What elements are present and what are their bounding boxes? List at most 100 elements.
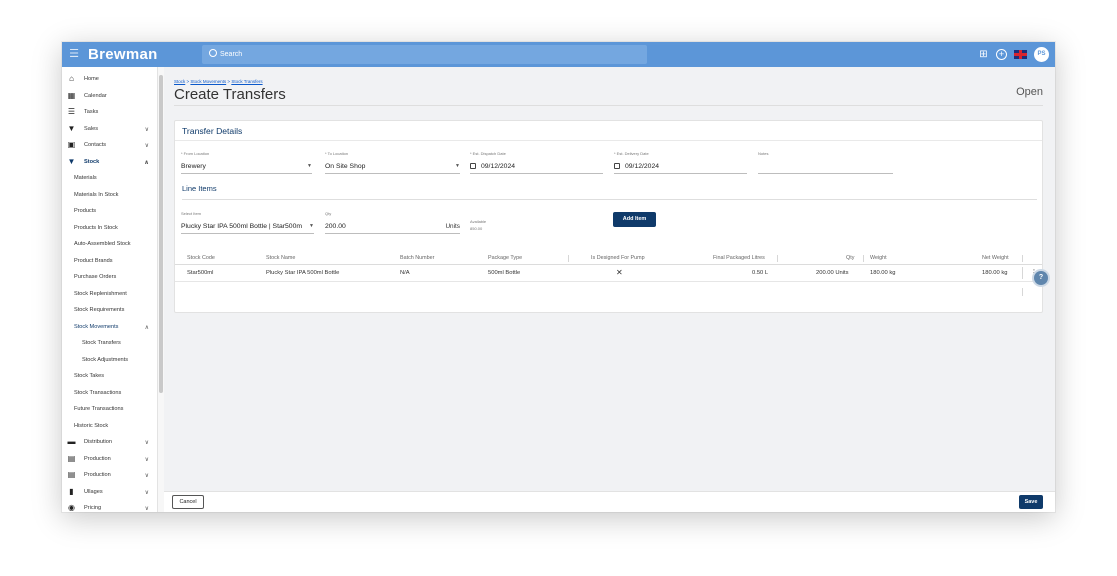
sidebar-item-materials-in-stock[interactable]: Materials In Stock [62,187,157,204]
brand-logo[interactable]: Brewman [88,46,158,63]
sidebar-item-stock-requirements[interactable]: Stock Requirements [62,302,157,319]
column-separator [1022,288,1023,296]
sidebar-item-historic-stock[interactable]: Historic Stock [62,418,157,435]
to-location-field[interactable]: * To Location On Site Shop ▼ [325,151,460,174]
app-window: ☰ Brewman Search ⊞ + PS ⌂ Home ▦ Calendar … [62,42,1055,512]
user-avatar[interactable]: PS [1034,47,1049,62]
sidebar-item-tasks[interactable]: ☰ Tasks [62,104,157,121]
sidebar-item-ullages[interactable]: ▮ Ullages ∨ [62,484,157,501]
column-header[interactable]: Weight [870,255,887,261]
save-button[interactable]: Save [1019,495,1043,509]
table-cell: Plucky Star IPA 500ml Bottle [266,270,340,276]
column-header[interactable]: Net Weight [982,255,1009,261]
truck-icon: ▬ [67,437,76,447]
column-separator[interactable] [863,255,864,262]
sidebar-item-label: Stock Requirements [74,307,125,314]
help-icon[interactable]: ? [1034,271,1048,285]
breadcrumb-stock-transfers[interactable]: Stock Transfers [231,79,262,84]
column-separator[interactable] [1022,255,1023,262]
sidebar-item-contacts[interactable]: ▣ Contacts ∨ [62,137,157,154]
column-header[interactable]: Batch Number [400,255,434,261]
scrollbar-thumb[interactable] [159,75,163,393]
calendar-icon[interactable] [470,163,476,169]
column-header[interactable]: Qty [846,255,854,261]
delivery-date-input[interactable]: 09/12/2024 [614,162,747,171]
calendar-icon[interactable] [614,163,620,169]
add-item-button[interactable]: Add Item [613,212,656,227]
sidebar-item-pricing[interactable]: ◉ Pricing ∨ [62,500,157,512]
select-item-select[interactable]: Plucky Star IPA 500ml Bottle | Star500m [181,222,314,231]
field-label: * To Location [325,151,349,156]
cancel-button[interactable]: Cancel [172,495,204,509]
sidebar-item-stock-transfers[interactable]: Stock Transfers [62,335,157,352]
sidebar-item-home[interactable]: ⌂ Home [62,71,157,88]
table-header: Stock Code Stock Name Batch Number Packa… [175,251,1042,265]
from-location-field[interactable]: * From Location Brewery ▼ [181,151,312,174]
available-value: 850.00 [470,226,483,231]
column-header[interactable]: Final Packaged Litres [713,255,765,261]
sidebar-item-stock-replenishment[interactable]: Stock Replenishment [62,286,157,303]
sidebar-item-production-2[interactable]: ▤ Production ∨ [62,467,157,484]
dispatch-date-field[interactable]: * Est. Dispatch Date 09/12/2024 [470,151,603,174]
sidebar-item-label: Production [84,472,111,479]
sidebar-item-auto-assembled-stock[interactable]: Auto-Assembled Stock [62,236,157,253]
sidebar-item-calendar[interactable]: ▦ Calendar [62,88,157,105]
sidebar-item-products-in-stock[interactable]: Products In Stock [62,220,157,237]
sidebar-item-future-transactions[interactable]: Future Transactions [62,401,157,418]
sidebar-item-production[interactable]: ▤ Production ∨ [62,451,157,468]
dispatch-date-input[interactable]: 09/12/2024 [470,162,603,171]
page-title: Create Transfers [174,86,286,103]
chevron-down-icon: ∨ [144,489,149,496]
sidebar-item-stock-adjustments[interactable]: Stock Adjustments [62,352,157,369]
from-location-select[interactable]: Brewery [181,162,312,171]
apps-grid-icon[interactable]: ⊞ [978,49,989,60]
search-bar[interactable]: Search [202,45,647,64]
field-label: Notes [758,151,769,156]
sidebar-item-products[interactable]: Products [62,203,157,220]
sidebar-item-label: Purchase Orders [74,274,117,281]
column-header[interactable]: Package Type [488,255,522,261]
column-header[interactable]: Stock Code [187,255,215,261]
sidebar-item-distribution[interactable]: ▬ Distribution ∨ [62,434,157,451]
breadcrumb-stock-movements[interactable]: Stock Movements [190,79,226,84]
sidebar-item-purchase-orders[interactable]: Purchase Orders [62,269,157,286]
delivery-date-field[interactable]: * Est. Delivery Date 09/12/2024 [614,151,747,174]
hamburger-menu-icon[interactable]: ☰ [68,48,80,60]
uk-flag-icon[interactable] [1014,50,1027,59]
breadcrumb-stock[interactable]: Stock [174,79,185,84]
sidebar-item-stock-takes[interactable]: Stock Takes [62,368,157,385]
table-cell: 0.50 L [752,270,769,276]
column-separator[interactable] [568,255,569,262]
chevron-down-icon: ∨ [144,456,149,463]
sidebar-item-stock[interactable]: ▼ Stock ∧ [62,154,157,171]
sidebar-item-label: Future Transactions [74,406,124,413]
sidebar-item-label: Materials In Stock [74,191,119,198]
sidebar-item-sales[interactable]: ▼ Sales ∨ [62,121,157,138]
sidebar-item-label: Stock Adjustments [82,356,129,363]
sidebar-item-label: Tasks [84,109,99,116]
column-header[interactable]: Is Designed For Pump [591,255,645,261]
sidebar-item-label: Production [84,455,111,462]
sidebar-item-stock-movements[interactable]: Stock Movements ∧ [62,319,157,336]
calendar-icon: ▦ [67,90,76,100]
notes-input[interactable] [758,162,893,171]
sidebar-item-label: Stock Takes [74,373,105,380]
qty-field[interactable]: Qty 200.00 Units [325,211,460,234]
table-row[interactable]: Star500ml Plucky Star IPA 500ml Bottle N… [175,265,1042,282]
table-cell: N/A [400,270,410,276]
add-circle-icon[interactable]: + [996,49,1007,60]
select-item-field[interactable]: Select Item Plucky Star IPA 500ml Bottle… [181,211,314,234]
sidebar-item-label: Stock Transactions [74,389,122,396]
column-separator[interactable] [777,255,778,262]
notes-field[interactable]: Notes [758,151,893,174]
qty-input[interactable]: 200.00 [325,222,460,231]
sidebar-item-label: Stock Movements [74,323,119,330]
table-cell: ✕ [616,268,623,277]
column-header[interactable]: Stock Name [266,255,295,261]
delivery-date-value: 09/12/2024 [625,163,660,170]
sidebar-item-materials[interactable]: Materials [62,170,157,187]
sidebar-item-product-brands[interactable]: Product Brands [62,253,157,270]
to-location-select[interactable]: On Site Shop [325,162,460,171]
sidebar-item-stock-transactions[interactable]: Stock Transactions [62,385,157,402]
sidebar-item-label: Home [84,76,99,83]
